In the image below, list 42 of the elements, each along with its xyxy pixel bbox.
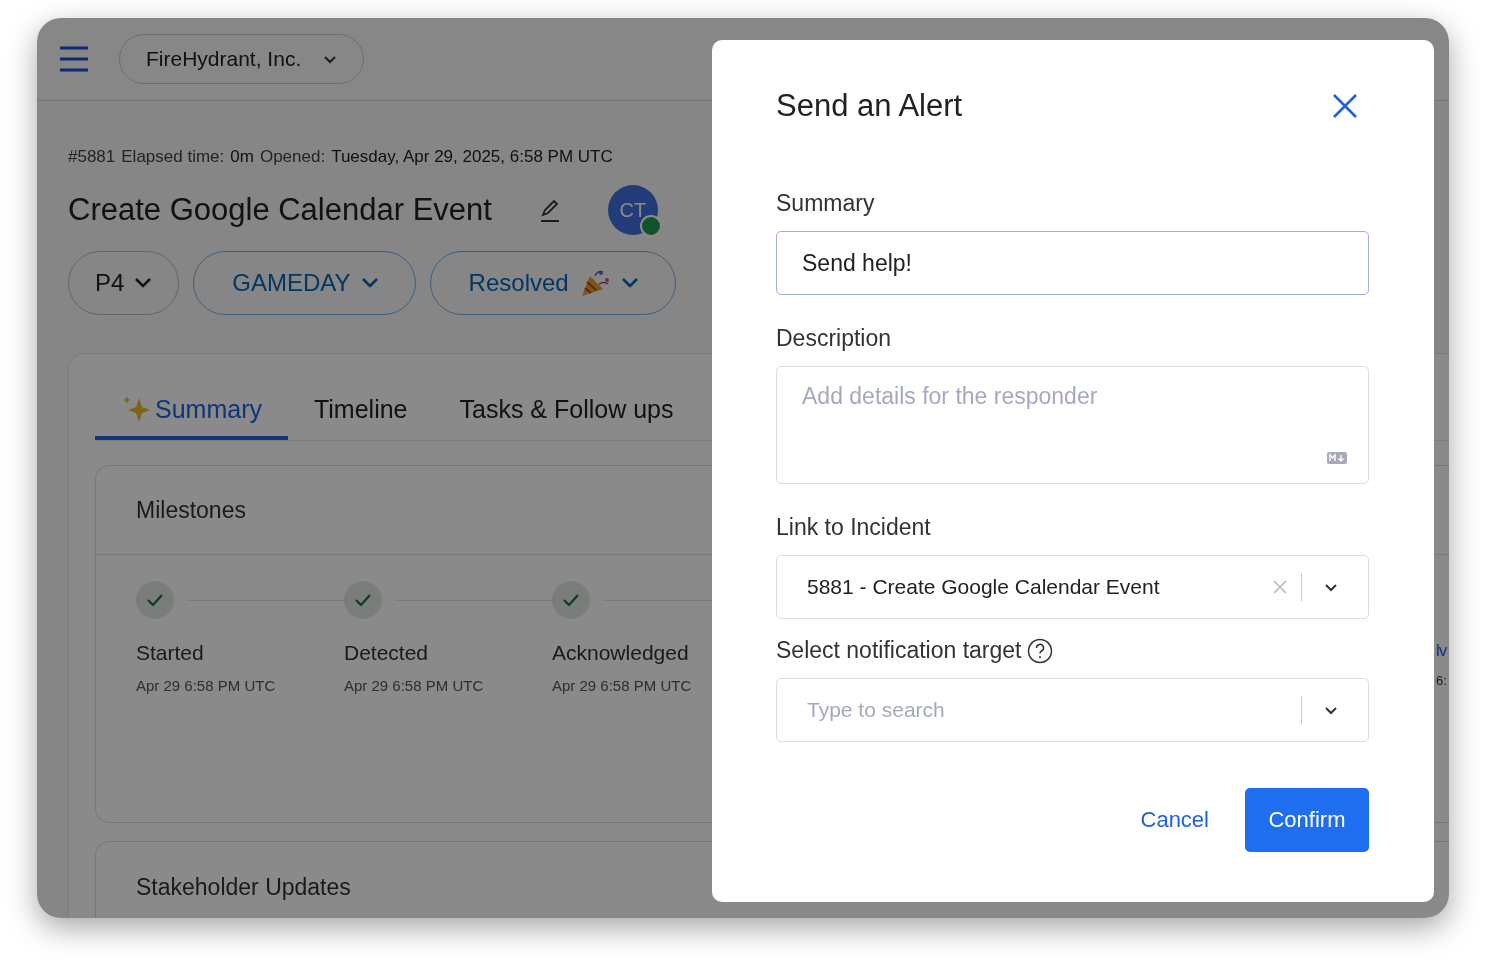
card-title: Stakeholder Updates — [136, 873, 351, 901]
milestone-time: Apr 29 6:58 PM UTC — [344, 677, 485, 694]
summary-input[interactable]: Send help! — [776, 231, 1369, 295]
milestone-label: Started — [136, 641, 205, 665]
cancel-button[interactable]: Cancel — [1134, 806, 1215, 834]
help-icon[interactable] — [1027, 637, 1054, 664]
incident-meta-text: Elapsed time: — [121, 147, 225, 167]
description-textarea[interactable]: Add details for the responder — [776, 366, 1369, 484]
incident-meta-text: Tuesday, Apr 29, 2025, 6:58 PM UTC — [331, 147, 613, 167]
milestone-label: Detected — [344, 641, 430, 665]
milestone-time: Apr 29 6:58 PM UTC — [136, 677, 277, 694]
incident-select[interactable]: 5881 - Create Google Calendar Event — [776, 555, 1369, 619]
milestone-time: Apr 29 6:58 PM UTC — [552, 677, 693, 694]
chevron-icon[interactable] — [1324, 582, 1338, 592]
chevron-icon[interactable] — [1324, 705, 1338, 715]
chevron-icon — [323, 54, 338, 64]
milestone-label: lv — [1436, 641, 1448, 661]
tab[interactable]: Summary — [95, 386, 288, 440]
chevron-icon — [134, 277, 153, 289]
incident-meta-text: Opened: — [259, 147, 326, 167]
milestone-label: Acknowledged — [552, 641, 690, 665]
target-select[interactable]: Type to search — [776, 678, 1369, 742]
confirm-button[interactable]: Confirm — [1245, 788, 1369, 852]
tab[interactable]: Timeline — [287, 386, 434, 440]
field-label: Link to Incident — [776, 514, 932, 541]
status-dot — [639, 215, 662, 237]
field-label: Description — [776, 325, 893, 352]
chevron-icon — [360, 277, 379, 289]
close-icon[interactable] — [1332, 93, 1358, 119]
tab[interactable]: Tasks & Follow ups — [433, 386, 700, 440]
chevron-icon — [620, 277, 639, 289]
menu-icon[interactable] — [59, 46, 89, 72]
incident-title: Create Google Calendar Event — [68, 192, 492, 228]
card-title: Milestones — [136, 496, 246, 524]
field-label: Summary — [776, 190, 876, 217]
markdown-icon — [1327, 452, 1347, 464]
milestone-time: 6: — [1436, 673, 1448, 688]
field-label: Select notification target — [776, 637, 1022, 664]
org-switcher[interactable]: FireHydrant, Inc. — [119, 34, 365, 84]
incident-meta-text: #5881 — [68, 147, 116, 167]
incident-meta-text: 0m — [230, 147, 254, 167]
dialog-title: Send an Alert — [776, 88, 963, 124]
